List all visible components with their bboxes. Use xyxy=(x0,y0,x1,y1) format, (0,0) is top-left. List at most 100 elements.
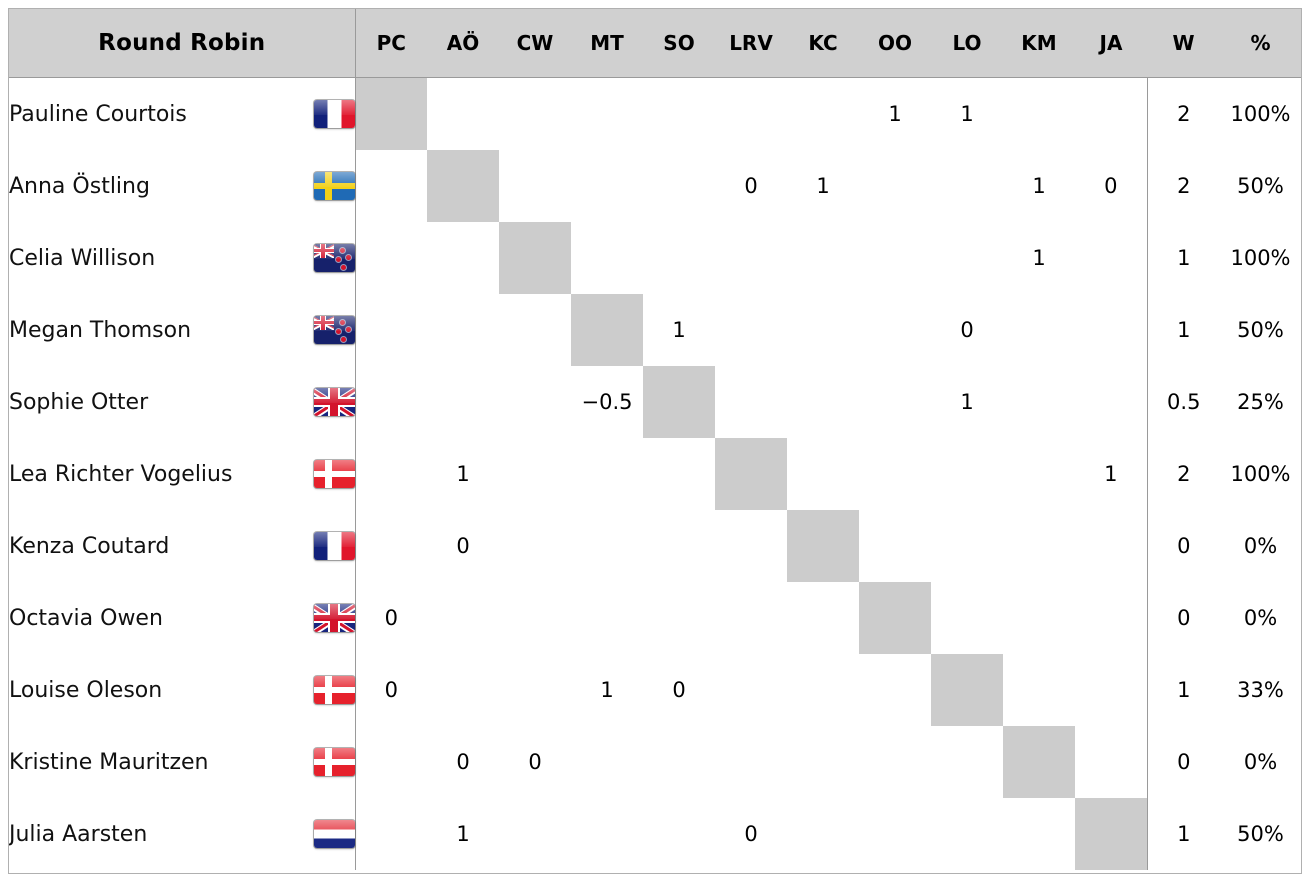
matrix-cell[interactable] xyxy=(427,582,499,654)
matrix-cell[interactable] xyxy=(787,294,859,366)
matrix-cell[interactable] xyxy=(1003,366,1075,438)
matrix-cell[interactable] xyxy=(355,222,427,294)
matrix-cell[interactable] xyxy=(787,366,859,438)
matrix-cell[interactable]: 0 xyxy=(931,294,1003,366)
matrix-cell[interactable] xyxy=(571,438,643,510)
matrix-cell[interactable] xyxy=(715,77,787,150)
matrix-cell[interactable] xyxy=(499,798,571,870)
matrix-cell[interactable] xyxy=(715,510,787,582)
player-cell-kc[interactable]: Kenza Coutard xyxy=(9,510,356,582)
matrix-cell[interactable] xyxy=(931,222,1003,294)
matrix-cell-diagonal[interactable] xyxy=(427,150,499,222)
matrix-cell-diagonal[interactable] xyxy=(715,438,787,510)
matrix-cell[interactable] xyxy=(787,726,859,798)
matrix-cell[interactable] xyxy=(1075,510,1147,582)
player-cell-cw[interactable]: Celia Willison xyxy=(9,222,356,294)
matrix-cell[interactable] xyxy=(1075,222,1147,294)
column-header-ja[interactable]: JA xyxy=(1075,9,1147,78)
column-header-cw[interactable]: CW xyxy=(499,9,571,78)
matrix-cell[interactable] xyxy=(427,77,499,150)
matrix-cell[interactable] xyxy=(499,510,571,582)
matrix-cell[interactable]: 1 xyxy=(859,77,931,150)
matrix-cell[interactable] xyxy=(1003,510,1075,582)
matrix-cell[interactable] xyxy=(859,150,931,222)
matrix-cell[interactable] xyxy=(787,77,859,150)
matrix-cell[interactable] xyxy=(1075,366,1147,438)
column-header-pc[interactable]: PC xyxy=(355,9,427,78)
column-header-oo[interactable]: OO xyxy=(859,9,931,78)
matrix-cell[interactable] xyxy=(643,726,715,798)
matrix-cell[interactable] xyxy=(859,438,931,510)
matrix-cell[interactable] xyxy=(1003,582,1075,654)
matrix-cell[interactable]: 0 xyxy=(355,582,427,654)
matrix-cell[interactable]: 1 xyxy=(1075,438,1147,510)
matrix-cell-diagonal[interactable] xyxy=(499,222,571,294)
matrix-cell[interactable] xyxy=(571,726,643,798)
matrix-cell[interactable] xyxy=(715,726,787,798)
matrix-cell[interactable] xyxy=(643,150,715,222)
matrix-cell[interactable] xyxy=(499,366,571,438)
matrix-cell-diagonal[interactable] xyxy=(355,77,427,150)
player-cell-ja[interactable]: Julia Aarsten xyxy=(9,798,356,870)
matrix-cell[interactable] xyxy=(715,366,787,438)
column-header-mt[interactable]: MT xyxy=(571,9,643,78)
matrix-cell[interactable] xyxy=(571,150,643,222)
matrix-cell[interactable]: 1 xyxy=(643,294,715,366)
matrix-cell[interactable]: 0 xyxy=(715,150,787,222)
matrix-cell[interactable] xyxy=(859,726,931,798)
matrix-cell-diagonal[interactable] xyxy=(643,366,715,438)
matrix-cell[interactable] xyxy=(643,510,715,582)
matrix-cell[interactable]: 1 xyxy=(427,438,499,510)
matrix-cell[interactable] xyxy=(499,77,571,150)
column-header-percent[interactable]: % xyxy=(1220,9,1301,78)
matrix-cell[interactable]: 0 xyxy=(427,510,499,582)
player-cell-lrv[interactable]: Lea Richter Vogelius xyxy=(9,438,356,510)
matrix-cell[interactable] xyxy=(859,654,931,726)
matrix-cell[interactable] xyxy=(499,438,571,510)
player-cell-km[interactable]: Kristine Mauritzen xyxy=(9,726,356,798)
matrix-cell[interactable] xyxy=(571,582,643,654)
column-header-wins[interactable]: W xyxy=(1147,9,1220,78)
column-header-km[interactable]: KM xyxy=(1003,9,1075,78)
matrix-cell[interactable] xyxy=(355,798,427,870)
column-header-kc[interactable]: KC xyxy=(787,9,859,78)
matrix-cell[interactable] xyxy=(859,366,931,438)
matrix-cell[interactable]: 1 xyxy=(787,150,859,222)
player-cell-so[interactable]: Sophie Otter xyxy=(9,366,356,438)
matrix-cell[interactable] xyxy=(787,582,859,654)
matrix-cell[interactable] xyxy=(643,582,715,654)
matrix-cell[interactable] xyxy=(571,798,643,870)
matrix-cell[interactable] xyxy=(931,582,1003,654)
column-header-lo[interactable]: LO xyxy=(931,9,1003,78)
matrix-cell[interactable] xyxy=(1075,582,1147,654)
player-cell-lo[interactable]: Louise Oleson xyxy=(9,654,356,726)
player-cell-oo[interactable]: Octavia Owen xyxy=(9,582,356,654)
matrix-cell[interactable] xyxy=(715,294,787,366)
player-cell-pc[interactable]: Pauline Courtois xyxy=(9,77,356,150)
matrix-cell[interactable] xyxy=(355,294,427,366)
matrix-cell[interactable] xyxy=(571,77,643,150)
matrix-cell[interactable] xyxy=(787,222,859,294)
matrix-cell[interactable]: 1 xyxy=(1003,222,1075,294)
matrix-cell[interactable]: 0 xyxy=(427,726,499,798)
matrix-cell[interactable] xyxy=(1003,77,1075,150)
matrix-cell[interactable]: 0 xyxy=(1075,150,1147,222)
column-header-aö[interactable]: AÖ xyxy=(427,9,499,78)
matrix-cell[interactable]: 1 xyxy=(427,798,499,870)
matrix-cell[interactable] xyxy=(1003,654,1075,726)
matrix-cell[interactable]: 0 xyxy=(715,798,787,870)
matrix-cell[interactable]: 1 xyxy=(571,654,643,726)
matrix-cell[interactable] xyxy=(355,366,427,438)
matrix-cell[interactable] xyxy=(931,798,1003,870)
matrix-cell[interactable] xyxy=(643,222,715,294)
matrix-cell[interactable] xyxy=(787,798,859,870)
matrix-cell-diagonal[interactable] xyxy=(859,582,931,654)
matrix-cell[interactable]: 1 xyxy=(931,77,1003,150)
matrix-cell[interactable] xyxy=(355,510,427,582)
matrix-cell[interactable] xyxy=(715,654,787,726)
matrix-cell[interactable] xyxy=(787,438,859,510)
matrix-cell[interactable] xyxy=(1075,726,1147,798)
matrix-cell[interactable] xyxy=(1075,294,1147,366)
matrix-cell[interactable] xyxy=(1003,294,1075,366)
matrix-cell[interactable] xyxy=(931,150,1003,222)
